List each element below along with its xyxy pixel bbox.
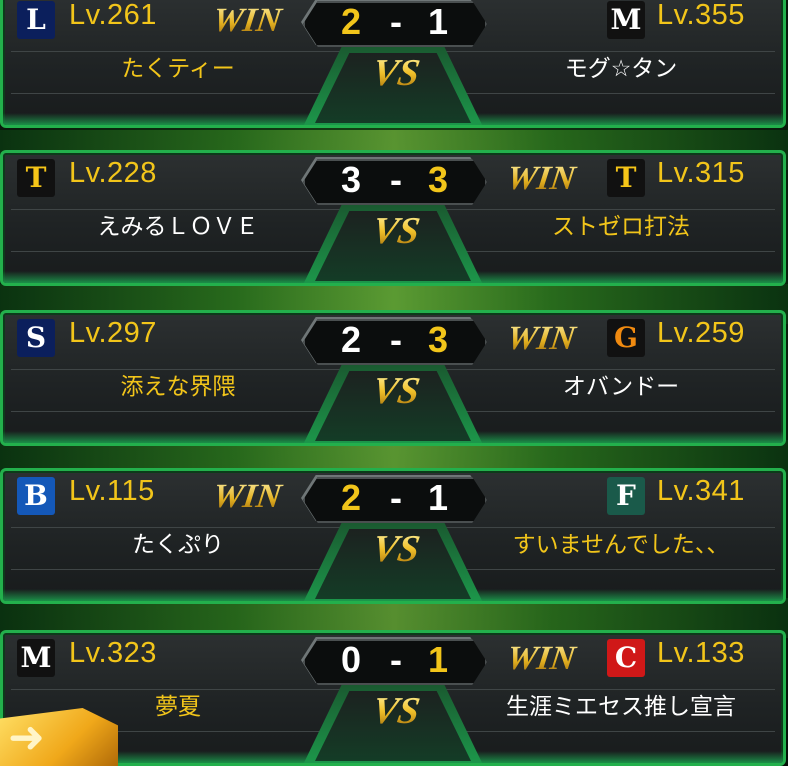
score-separator: - xyxy=(390,477,402,518)
right-win-badge: WIN xyxy=(492,319,590,359)
right-score: 1 xyxy=(427,639,449,680)
vs-label: VS xyxy=(349,528,442,570)
hanshin-tigers-logo: T xyxy=(17,159,55,197)
left-player-name[interactable]: 添えな界隈 xyxy=(23,369,333,405)
left-player-name[interactable]: えみるＬＯＶＥ xyxy=(23,209,333,245)
yakult-swallows-logo: S xyxy=(17,319,55,357)
right-player-level: Lv.315 xyxy=(657,157,745,189)
right-player-level: Lv.355 xyxy=(657,0,745,31)
baystars-logo: B xyxy=(17,477,55,515)
score-separator: - xyxy=(390,159,402,200)
giants-logo: G xyxy=(607,319,645,357)
right-player-name[interactable]: すいませんでした、、 xyxy=(461,527,781,563)
lotte-marines-logo: M xyxy=(607,1,645,39)
right-score: 3 xyxy=(427,319,449,360)
left-win-badge: WIN xyxy=(198,477,296,517)
vs-label: VS xyxy=(349,690,442,732)
lotte-marines-logo: M xyxy=(17,639,55,677)
left-player-level: Lv.115 xyxy=(69,475,155,507)
right-score: 3 xyxy=(427,159,449,200)
seibu-lions-logo: L xyxy=(17,1,55,39)
right-score: 1 xyxy=(427,1,449,42)
right-win-badge: WIN xyxy=(492,639,590,679)
vs-label: VS xyxy=(349,52,442,94)
left-player-level: Lv.261 xyxy=(69,0,157,31)
right-player-level: Lv.341 xyxy=(657,475,745,507)
score-separator: - xyxy=(390,319,402,360)
match-card[interactable]: VS L Lv.261 WIN 2 - 1 M Lv.355 たくティー モグ☆… xyxy=(0,0,786,128)
vs-label: VS xyxy=(349,210,442,252)
right-player-name[interactable]: オバンドー xyxy=(461,369,781,405)
left-score: 2 xyxy=(340,319,362,360)
right-win-badge: WIN xyxy=(492,159,590,199)
left-score: 2 xyxy=(340,477,362,518)
right-player-name[interactable]: 生涯ミエセス推し宣言 xyxy=(461,689,781,725)
left-player-name[interactable]: たくティー xyxy=(23,51,333,87)
right-player-name[interactable]: ストゼロ打法 xyxy=(461,209,781,245)
left-score: 3 xyxy=(340,159,362,200)
left-score: 2 xyxy=(340,1,362,42)
left-player-level: Lv.323 xyxy=(69,637,157,669)
left-player-level: Lv.228 xyxy=(69,157,157,189)
vs-label: VS xyxy=(349,370,442,412)
match-card[interactable]: VS S Lv.297 2 - 3 WIN G Lv.259 添えな界隈 オバン… xyxy=(0,310,786,446)
right-score: 1 xyxy=(427,477,449,518)
match-card[interactable]: VS T Lv.228 3 - 3 WIN T Lv.315 えみるＬＯＶＥ ス… xyxy=(0,150,786,286)
left-score: 0 xyxy=(340,639,362,680)
left-player-name[interactable]: たくぷり xyxy=(23,527,333,563)
score-separator: - xyxy=(390,1,402,42)
carp-logo: C xyxy=(607,639,645,677)
back-arrow-icon: ➜ xyxy=(8,712,45,763)
right-player-level: Lv.133 xyxy=(657,637,745,669)
match-card[interactable]: VS B Lv.115 WIN 2 - 1 F Lv.341 たくぷり すいませ… xyxy=(0,468,786,604)
left-win-badge: WIN xyxy=(198,1,296,41)
right-player-name[interactable]: モグ☆タン xyxy=(461,51,781,87)
right-player-level: Lv.259 xyxy=(657,317,745,349)
left-player-level: Lv.297 xyxy=(69,317,157,349)
fighters-logo: F xyxy=(607,477,645,515)
hanshin-tigers-logo: T xyxy=(607,159,645,197)
score-separator: - xyxy=(390,639,402,680)
